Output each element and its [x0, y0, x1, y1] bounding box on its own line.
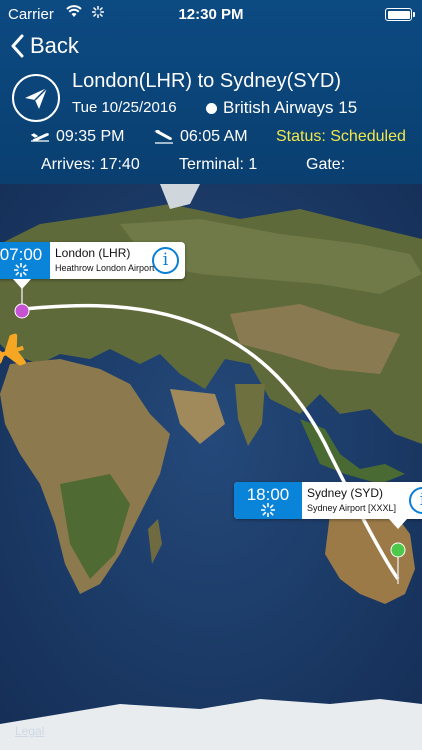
origin-airport: Heathrow London Airport — [55, 263, 155, 273]
back-button[interactable]: Back — [10, 33, 79, 59]
paper-plane-icon — [12, 74, 60, 122]
origin-callout[interactable]: 07:00 London (LHR) Heathrow London Airpo… — [0, 242, 185, 279]
origin-name: London (LHR) — [55, 246, 131, 260]
departure: 09:35 PM — [30, 128, 124, 146]
airline-flight: British Airways 15 — [206, 98, 357, 118]
destination-time: 18:00 — [246, 485, 290, 504]
airline-label: British Airways 15 — [223, 98, 358, 117]
destination-name: Sydney (SYD) — [307, 486, 384, 500]
destination-airport: Sydney Airport [XXXL] — [307, 503, 397, 513]
arrival-time: 06:05 AM — [180, 128, 248, 145]
takeoff-icon — [30, 133, 49, 142]
back-label: Back — [30, 33, 79, 58]
landing-icon — [154, 130, 173, 144]
destination-callout[interactable]: 18:00 Sydney (SYD) Sydney Airport [XXXL]… — [234, 482, 422, 519]
chevron-left-icon — [11, 34, 24, 58]
arrival: 06:05 AM — [154, 128, 248, 146]
flight-status: Status: Scheduled — [276, 128, 406, 145]
origin-callout-tail — [13, 279, 31, 289]
gate-label: Gate: — [306, 156, 346, 173]
loading-icon — [261, 503, 275, 517]
destination-info-icon[interactable]: i — [409, 487, 422, 514]
departure-time: 09:35 PM — [56, 128, 125, 145]
arrives-label: Arrives: 17:40 — [41, 156, 140, 173]
bullet-icon — [206, 102, 217, 114]
origin-time-box: 07:00 — [0, 242, 50, 279]
terminal-label: Terminal: 1 — [179, 156, 258, 173]
origin-time: 07:00 — [0, 245, 43, 264]
destination-callout-tail — [389, 519, 407, 529]
battery-icon — [385, 8, 415, 21]
flight-header: Carrier 12:30 PM Back London(LHR) to Syd… — [0, 0, 422, 184]
legal-link[interactable]: Legal — [15, 724, 44, 738]
flight-date: Tue 10/25/2016 — [72, 99, 177, 116]
clock: 12:30 PM — [178, 6, 244, 23]
destination-text: Sydney (SYD) Sydney Airport [XXXL] — [302, 482, 400, 519]
origin-text: London (LHR) Heathrow London Airport — [50, 242, 159, 279]
status-bar: Carrier 12:30 PM — [0, 0, 422, 30]
flight-route: London(LHR) to Sydney(SYD) — [72, 70, 342, 92]
loading-icon — [14, 263, 28, 277]
destination-time-box: 18:00 — [234, 482, 302, 519]
flight-map[interactable]: 07:00 London (LHR) Heathrow London Airpo… — [0, 184, 422, 750]
origin-info-icon[interactable]: i — [152, 247, 179, 274]
